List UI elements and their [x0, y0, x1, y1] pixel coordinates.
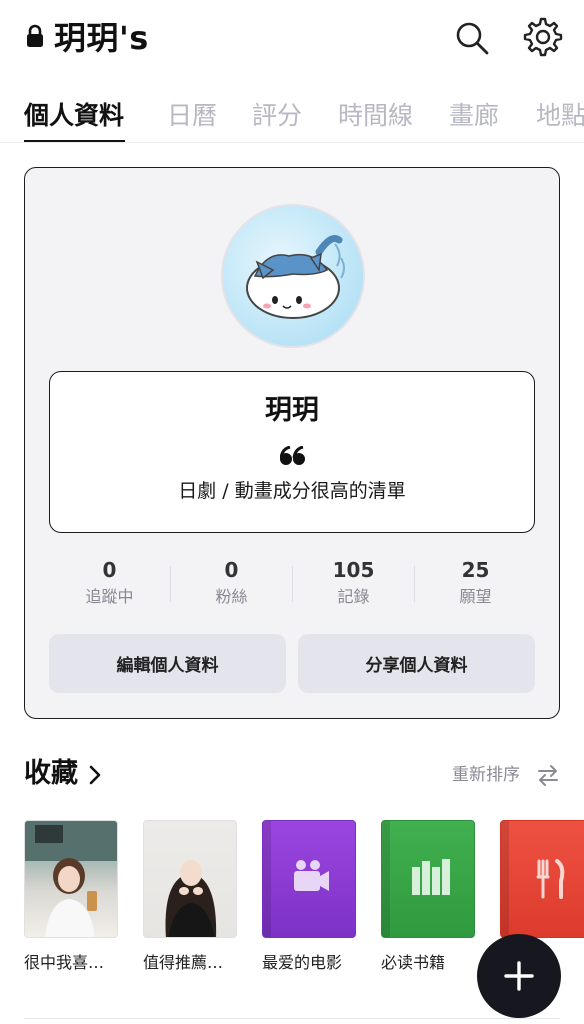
collection-label: 最爱的电影	[262, 953, 343, 972]
video-camera-icon	[294, 860, 329, 891]
collection-cover-book	[262, 820, 356, 938]
person-photo	[25, 821, 117, 937]
reorder-button[interactable]: 重新排序	[452, 764, 520, 786]
divider	[24, 1018, 560, 1019]
fork-knife-icon	[536, 859, 565, 899]
collection-cover-photo	[143, 820, 237, 938]
divider	[0, 142, 584, 143]
app-header: 玥玥's	[0, 0, 584, 78]
books-icon	[412, 859, 450, 895]
avatar[interactable]	[221, 204, 365, 348]
avatar-cat-illustration	[246, 235, 345, 319]
profile-name: 玥玥	[265, 395, 319, 426]
collection-label: 很中我喜…	[24, 953, 105, 972]
tab-bar: 個人資料 日曆 評分 時間線 畫廊 地點	[0, 96, 584, 144]
tab-calendar[interactable]: 日曆	[167, 100, 217, 132]
person-photo	[165, 860, 217, 937]
book-spine	[501, 821, 509, 937]
stat-label: 記錄	[337, 587, 370, 606]
bio-box: 玥玥 日劇 / 動畫成分很高的清單	[49, 371, 535, 533]
stat-followers[interactable]: 0 粉絲	[171, 558, 292, 608]
tab-places[interactable]: 地點	[536, 100, 584, 132]
stat-wishes[interactable]: 25 願望	[415, 558, 536, 608]
search-icon[interactable]	[454, 20, 490, 56]
add-button[interactable]	[477, 934, 561, 1018]
stat-label: 粉絲	[215, 587, 248, 606]
quote-icon	[280, 446, 305, 465]
book-spine	[382, 821, 390, 937]
stat-label: 願望	[459, 587, 492, 606]
page-title: 玥玥's	[54, 19, 149, 57]
stat-following[interactable]: 0 追蹤中	[49, 558, 170, 608]
stat-label: 追蹤中	[85, 587, 134, 606]
collection-item[interactable]	[500, 820, 584, 938]
stat-value: 0	[102, 558, 117, 582]
book-spine	[263, 821, 271, 937]
lock-icon	[27, 24, 43, 47]
profile-card: 玥玥 日劇 / 動畫成分很高的清單 0 追蹤中 0 粉絲 105 記錄 25 願…	[24, 167, 560, 719]
stat-records[interactable]: 105 記錄	[293, 558, 414, 608]
profile-stats: 0 追蹤中 0 粉絲 105 記錄 25 願望	[49, 558, 535, 614]
tab-ratings[interactable]: 評分	[252, 100, 302, 132]
collection-item[interactable]: 值得推薦…	[143, 820, 239, 972]
collection-label: 必读书籍	[381, 953, 446, 972]
collections-title[interactable]: 收藏	[24, 756, 78, 792]
swap-icon[interactable]	[537, 764, 559, 786]
collection-label: 值得推薦…	[143, 953, 224, 972]
profile-bio: 日劇 / 動畫成分很高的清單	[178, 480, 406, 502]
chevron-right-icon[interactable]	[88, 765, 102, 785]
collection-item[interactable]: 很中我喜…	[24, 820, 120, 972]
stat-value: 0	[224, 558, 239, 582]
plus-icon	[504, 961, 534, 991]
tab-profile[interactable]: 個人資料	[24, 100, 124, 132]
collection-item[interactable]: 最爱的电影	[262, 820, 358, 972]
stat-value: 105	[332, 558, 375, 582]
collection-cover-photo	[24, 820, 118, 938]
collection-item[interactable]: 必读书籍	[381, 820, 477, 972]
share-profile-button[interactable]: 分享個人資料	[298, 634, 535, 693]
tab-gallery[interactable]: 畫廊	[449, 100, 499, 132]
collection-cover-book	[500, 820, 584, 938]
stat-value: 25	[461, 558, 490, 582]
tab-timeline[interactable]: 時間線	[338, 100, 413, 132]
gear-icon[interactable]	[523, 17, 563, 57]
collection-cover-book	[381, 820, 475, 938]
profile-page: 玥玥's 個人資料 日曆 評分 時間線 畫廊 地點 玥玥 日劇 / 動畫成分很高…	[0, 0, 584, 1024]
edit-profile-button[interactable]: 編輯個人資料	[49, 634, 286, 693]
